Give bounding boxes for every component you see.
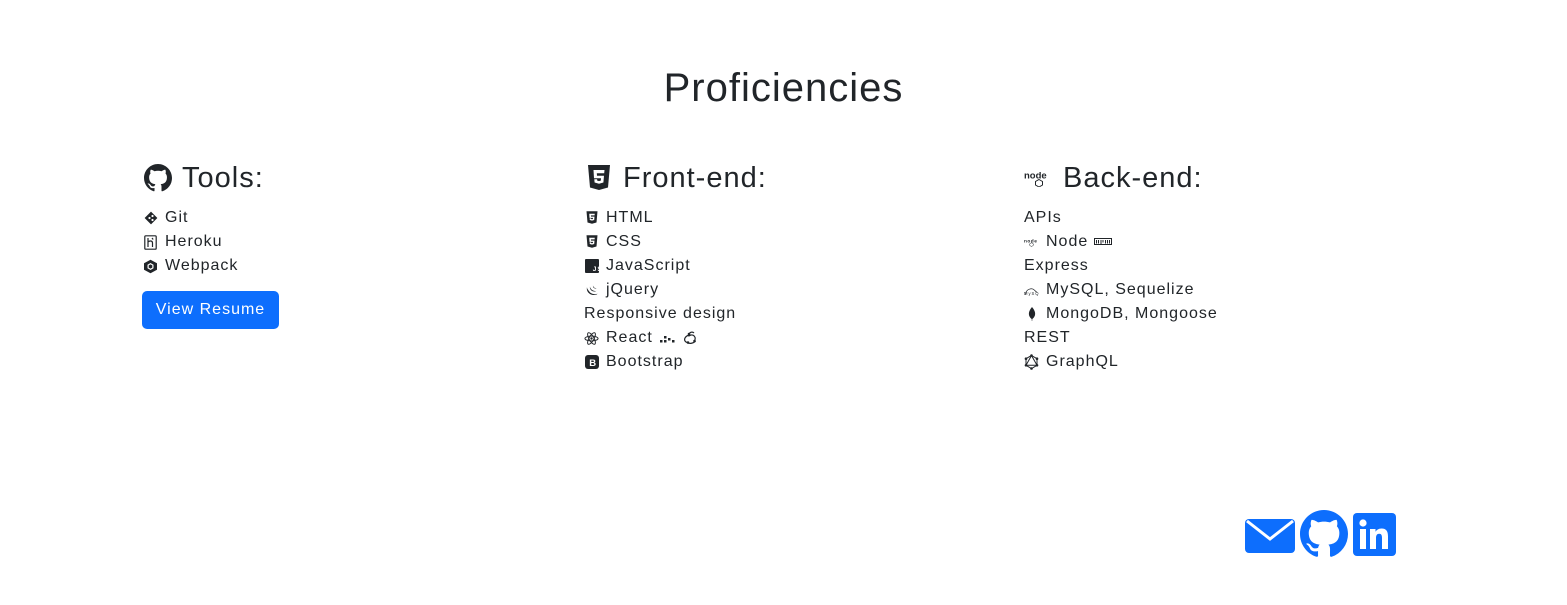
css3-icon — [584, 235, 599, 250]
list-item: React — [584, 326, 984, 350]
svg-text:node: node — [1024, 171, 1047, 182]
list-item: Heroku — [143, 230, 543, 254]
item-label: GraphQL — [1046, 353, 1119, 370]
item-label: CSS — [606, 233, 642, 250]
item-label: APIs — [1024, 209, 1062, 226]
react-icon — [584, 331, 599, 346]
frontend-section: Front-end: HTML CSS JS JavaScript jQuery — [584, 160, 984, 374]
frontend-heading-text: Front-end: — [623, 161, 767, 194]
backend-list: APIs node Node Express MySQL MySQL, Sequ… — [1024, 206, 1424, 374]
linkedin-link[interactable] — [1353, 512, 1396, 556]
mongodb-leaf-icon — [1024, 307, 1039, 322]
tools-section: Tools: Git Heroku Webpack — [143, 160, 543, 278]
list-item: jQuery — [584, 278, 984, 302]
social-links — [1245, 510, 1396, 558]
svg-text:MySQL: MySQL — [1024, 291, 1039, 296]
item-label: Heroku — [165, 233, 223, 250]
item-label: REST — [1024, 329, 1071, 346]
npm-icon — [1094, 238, 1113, 246]
svg-text:JS: JS — [592, 266, 598, 273]
item-label: Git — [165, 209, 189, 226]
envelope-icon — [1245, 519, 1295, 557]
item-label: Express — [1024, 257, 1089, 274]
graphql-icon — [1024, 354, 1039, 370]
item-label: MySQL, Sequelize — [1046, 281, 1195, 298]
item-label: Node — [1046, 233, 1089, 250]
page-title: Proficiencies — [663, 66, 904, 110]
redux-dots-icon — [659, 332, 677, 344]
item-label: jQuery — [606, 281, 660, 298]
list-item: CSS — [584, 230, 984, 254]
item-label: Webpack — [165, 257, 239, 274]
html5-icon — [584, 163, 614, 193]
item-label: React — [606, 329, 653, 346]
linkedin-icon — [1353, 512, 1396, 560]
item-label: JavaScript — [606, 257, 691, 274]
github-icon — [1300, 510, 1348, 562]
list-item: B Bootstrap — [584, 350, 984, 374]
frontend-list: HTML CSS JS JavaScript jQuery Responsive… — [584, 206, 984, 374]
list-item: GraphQL — [1024, 350, 1424, 374]
tools-heading: Tools: — [143, 160, 543, 196]
item-label: HTML — [606, 209, 654, 226]
redux-icon — [683, 330, 699, 346]
backend-heading: node Back-end: — [1024, 160, 1424, 196]
jquery-icon — [584, 283, 599, 298]
list-item: JS JavaScript — [584, 254, 984, 278]
list-item: Webpack — [143, 254, 543, 278]
item-label: Responsive design — [584, 305, 737, 322]
item-label: Bootstrap — [606, 353, 684, 370]
tools-list: Git Heroku Webpack — [143, 206, 543, 278]
list-item: Express — [1024, 254, 1424, 278]
nodejs-logo-icon: node — [1024, 235, 1039, 250]
backend-section: node Back-end: APIs node Node Express My… — [1024, 160, 1424, 374]
webpack-icon — [143, 259, 158, 274]
tools-heading-text: Tools: — [182, 161, 264, 194]
list-item: Git — [143, 206, 543, 230]
github-link[interactable] — [1300, 510, 1348, 558]
svg-text:B: B — [589, 358, 597, 369]
mysql-icon: MySQL — [1024, 283, 1039, 298]
git-icon — [143, 211, 158, 226]
bootstrap-icon: B — [584, 355, 599, 370]
email-link[interactable] — [1245, 515, 1295, 553]
view-resume-button[interactable]: View Resume — [142, 291, 279, 329]
item-label: MongoDB, Mongoose — [1046, 305, 1218, 322]
list-item: MySQL MySQL, Sequelize — [1024, 278, 1424, 302]
javascript-icon: JS — [584, 259, 599, 274]
nodejs-logo-icon: node — [1024, 163, 1054, 193]
html5-icon — [584, 211, 599, 226]
list-item: MongoDB, Mongoose — [1024, 302, 1424, 326]
list-item: node Node — [1024, 230, 1424, 254]
list-item: Responsive design — [584, 302, 984, 326]
heroku-icon — [143, 234, 158, 250]
backend-heading-text: Back-end: — [1063, 161, 1203, 194]
list-item: APIs — [1024, 206, 1424, 230]
list-item: HTML — [584, 206, 984, 230]
github-icon — [143, 163, 173, 193]
list-item: REST — [1024, 326, 1424, 350]
frontend-heading: Front-end: — [584, 160, 984, 196]
